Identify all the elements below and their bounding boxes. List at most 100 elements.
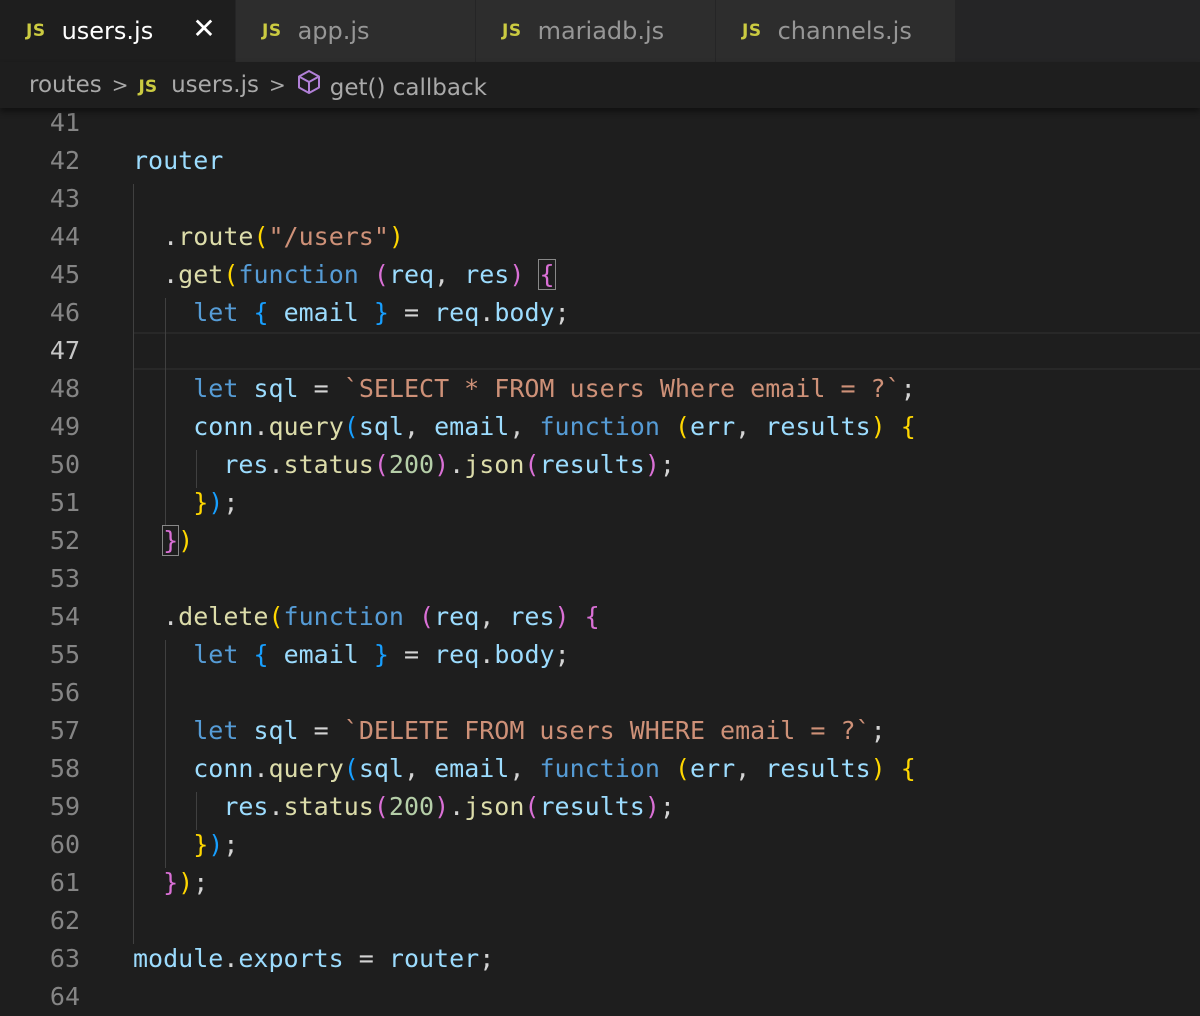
method-name: status [283, 792, 374, 821]
code-line: 42 router [0, 142, 1200, 180]
line-code: let { email } = req.body; [193, 298, 570, 327]
line-code: module.exports = router; [133, 944, 495, 973]
code-line: 50 res.status(200).json(results); [0, 446, 1200, 484]
code-editor[interactable]: 41 42 router 43 44 .route("/users") 45 .… [0, 108, 1200, 1016]
identifier: results [539, 450, 645, 479]
line-code: }) [162, 525, 194, 556]
parameter: req [434, 602, 480, 631]
identifier: res [223, 450, 269, 479]
line-number: 53 [49, 564, 80, 593]
keyword: function [283, 602, 404, 631]
identifier: results [539, 792, 645, 821]
line-code: router [133, 142, 223, 180]
code-line: 61 }); [0, 864, 1200, 902]
keyword: function [539, 412, 660, 441]
string-literal: "/users" [268, 222, 389, 251]
line-number: 64 [49, 982, 80, 1011]
line-number: 43 [49, 184, 80, 213]
number-literal: 200 [388, 792, 435, 821]
line-code: let sql = `DELETE FROM users WHERE email… [193, 716, 886, 745]
line-number: 41 [49, 108, 80, 137]
code-line: 57 let sql = `DELETE FROM users WHERE em… [0, 712, 1200, 750]
identifier: sql [253, 716, 299, 745]
method-cube-icon [296, 69, 322, 95]
line-code: conn.query(sql, email, function (err, re… [193, 754, 916, 783]
code-line: 47 [0, 332, 1200, 370]
code-line: 41 [0, 104, 1200, 142]
parameter: req [388, 260, 435, 289]
line-number: 47 [49, 336, 80, 365]
line-number: 55 [49, 640, 80, 669]
code-line: 54 .delete(function (req, res) { [0, 598, 1200, 636]
method-name: query [268, 412, 344, 441]
line-code: let sql = `SELECT * FROM users Where ema… [193, 374, 916, 403]
line-code: res.status(200).json(results); [223, 792, 675, 821]
tab-channels-js[interactable]: JS channels.js [716, 0, 956, 62]
method-name: delete [178, 602, 269, 631]
code-line: 46 let { email } = req.body; [0, 294, 1200, 332]
line-code: .get(function (req, res) { [163, 259, 556, 290]
string-literal: `DELETE FROM users WHERE email = ?` [343, 716, 871, 745]
code-line: 60 }); [0, 826, 1200, 864]
identifier: email [434, 754, 510, 783]
parameter: results [765, 412, 871, 441]
parameter: err [690, 412, 736, 441]
line-number: 59 [49, 792, 80, 821]
breadcrumb-file[interactable]: JS users.js [139, 72, 259, 98]
tab-app-js[interactable]: JS app.js [236, 0, 476, 62]
method-name: route [178, 222, 254, 251]
tab-label: users.js [61, 17, 154, 45]
code-line: 53 [0, 560, 1200, 598]
parameter: res [509, 602, 555, 631]
keyword: let [193, 374, 239, 403]
tab-users-js[interactable]: JS users.js ✕ [0, 0, 236, 62]
line-number: 57 [49, 716, 80, 745]
code-line: 52 }) [0, 522, 1200, 560]
keyword: let [193, 716, 239, 745]
line-number: 45 [49, 260, 80, 289]
code-line: 49 conn.query(sql, email, function (err,… [0, 408, 1200, 446]
number-literal: 200 [388, 450, 435, 479]
identifier: body [494, 298, 555, 327]
code-line: 62 [0, 902, 1200, 940]
tab-label: channels.js [777, 17, 912, 45]
code-line: 51 }); [0, 484, 1200, 522]
identifier: res [223, 792, 269, 821]
line-number: 44 [49, 222, 80, 251]
breadcrumb-symbol[interactable]: get() callback [296, 69, 487, 101]
code-line: 44 .route("/users") [0, 218, 1200, 256]
code-line: 59 res.status(200).json(results); [0, 788, 1200, 826]
string-literal: `SELECT * FROM users Where email = ?` [343, 374, 901, 403]
identifier: conn [193, 754, 254, 783]
identifier: req [434, 640, 480, 669]
javascript-file-icon: JS [502, 21, 522, 41]
parameter: results [765, 754, 871, 783]
identifier: email [434, 412, 510, 441]
line-number: 50 [49, 450, 80, 479]
identifier: router [133, 146, 224, 175]
identifier: sql [358, 754, 404, 783]
breadcrumb-folder[interactable]: routes [29, 72, 102, 98]
line-number: 51 [49, 488, 80, 517]
tab-mariadb-js[interactable]: JS mariadb.js [476, 0, 716, 62]
identifier: body [494, 640, 555, 669]
chevron-right-icon: > [268, 73, 286, 97]
line-number: 62 [49, 906, 80, 935]
close-icon[interactable]: ✕ [189, 14, 219, 44]
code-editor-window: JS users.js ✕ JS app.js JS mariadb.js JS… [0, 0, 1200, 1016]
code-line: 63 module.exports = router; [0, 940, 1200, 978]
chevron-right-icon: > [111, 73, 129, 97]
line-code: res.status(200).json(results); [223, 450, 675, 479]
matched-bracket: { [538, 259, 556, 290]
identifier: req [434, 298, 480, 327]
matched-bracket: } [162, 525, 180, 556]
breadcrumb: routes > JS users.js > get() callback [0, 62, 1200, 108]
line-code: }); [193, 488, 239, 517]
code-line: 43 [0, 180, 1200, 218]
keyword: function [238, 260, 359, 289]
parameter: err [690, 754, 736, 783]
line-number: 48 [49, 374, 80, 403]
code-line: 48 let sql = `SELECT * FROM users Where … [0, 370, 1200, 408]
javascript-file-icon: JS [26, 21, 46, 41]
javascript-file-icon: JS [138, 77, 158, 97]
